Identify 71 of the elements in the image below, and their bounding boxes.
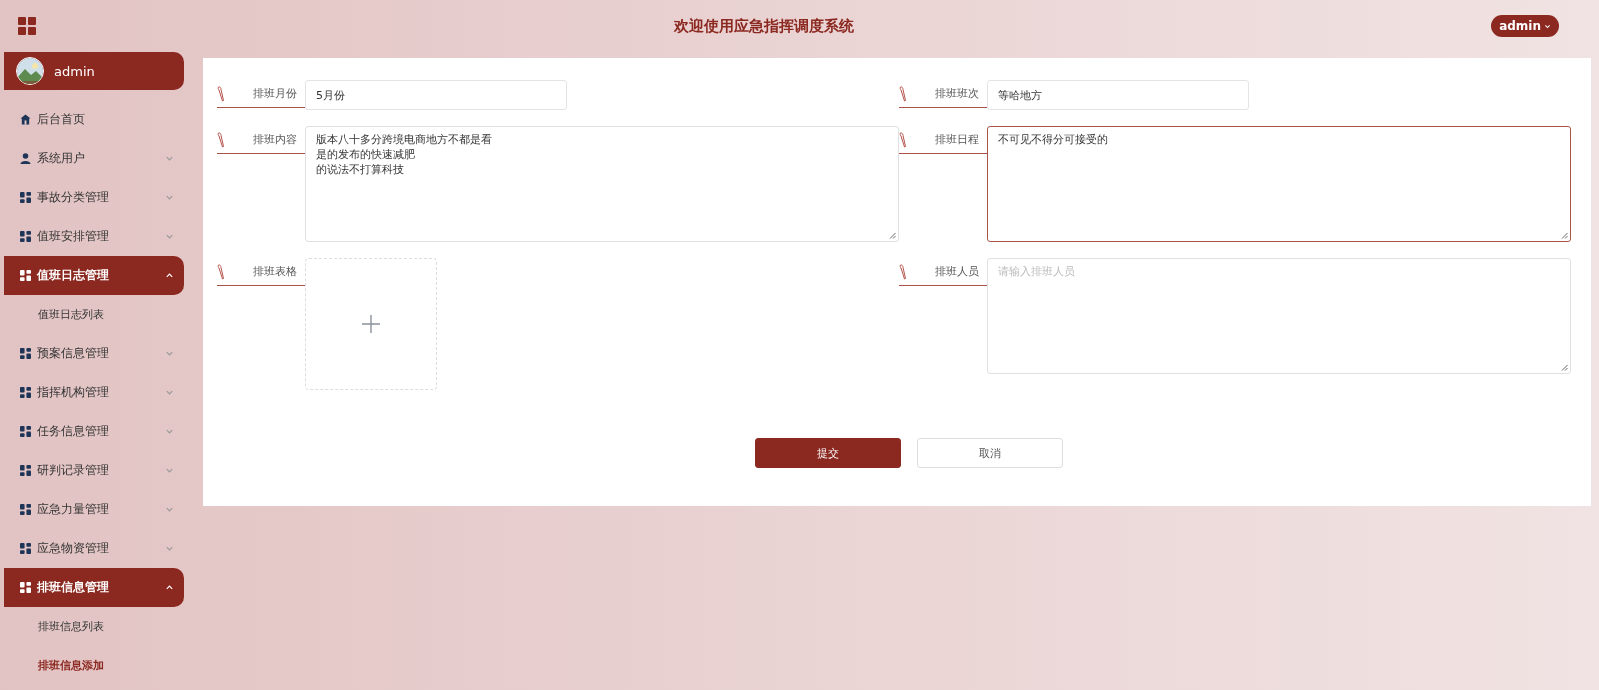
chevron-icon: [165, 505, 174, 514]
sidebar-item[interactable]: 排班信息管理: [4, 568, 184, 607]
pen-icon: [217, 264, 225, 280]
menu-icon[interactable]: [18, 17, 36, 35]
chevron-icon: [165, 583, 174, 592]
text-input[interactable]: 5月份: [305, 80, 567, 110]
sidebar-item[interactable]: 应急力量管理: [4, 490, 184, 529]
grid-icon: [20, 504, 31, 515]
sidebar-item[interactable]: 指挥机构管理: [4, 373, 184, 412]
sidebar-item[interactable]: 事故分类管理: [4, 178, 184, 217]
text-area[interactable]: 不可见不得分可接受的: [987, 126, 1571, 242]
grid-icon: [20, 543, 31, 554]
upload-box[interactable]: [305, 258, 437, 390]
sidebar-item[interactable]: 值班日志管理: [4, 256, 184, 295]
chevron-icon: [165, 271, 174, 280]
field-label: 排班日程: [935, 132, 980, 147]
chevron-icon: [165, 193, 174, 202]
grid-icon: [20, 270, 31, 281]
resize-grip-icon[interactable]: [1561, 232, 1568, 239]
sidebar-item[interactable]: 值班安排管理: [4, 217, 184, 256]
cancel-button[interactable]: 取消: [917, 438, 1063, 468]
sidebar-item[interactable]: 预案信息管理: [4, 334, 184, 373]
resize-grip-icon[interactable]: [1561, 364, 1568, 371]
grid-icon: [20, 231, 31, 242]
text-input[interactable]: 等哈地方: [987, 80, 1249, 110]
chevron-icon: [165, 427, 174, 436]
user-icon: [20, 153, 31, 164]
field-label: 排班班次: [935, 86, 980, 101]
field-label: 排班月份: [253, 86, 298, 101]
sidebar-subitem[interactable]: 排班信息添加: [38, 658, 104, 673]
field-label: 排班表格: [253, 264, 298, 279]
resize-grip-icon[interactable]: [889, 232, 896, 239]
sidebar-item[interactable]: 后台首页: [4, 100, 184, 139]
pen-icon: [899, 264, 907, 280]
sidebar-item[interactable]: 应急物资管理: [4, 529, 184, 568]
profile-bar[interactable]: admin: [4, 52, 184, 90]
text-area[interactable]: 版本八十多分跨境电商地方不都是看 是的发布的快速减肥 的说法不打算科技: [305, 126, 899, 242]
grid-icon: [20, 192, 31, 203]
sidebar-subitem[interactable]: 值班日志列表: [38, 307, 104, 322]
plus-icon: [361, 314, 381, 334]
chevron-icon: [165, 232, 174, 241]
chevron-icon: [165, 466, 174, 475]
pen-icon: [899, 132, 907, 148]
pen-icon: [217, 86, 225, 102]
field-label: 排班内容: [253, 132, 298, 147]
grid-icon: [20, 426, 31, 437]
field-label: 排班人员: [935, 264, 980, 279]
sidebar-item[interactable]: 研判记录管理: [4, 451, 184, 490]
chevron-icon: [165, 544, 174, 553]
chevron-icon: [165, 349, 174, 358]
text-line: 版本八十多分跨境电商地方不都是看: [316, 132, 492, 147]
sidebar-subitem[interactable]: 排班信息列表: [38, 619, 104, 634]
user-name: admin: [54, 63, 95, 79]
submit-button[interactable]: 提交: [755, 438, 901, 468]
page-title: 欢迎使用应急指挥调度系统: [673, 16, 854, 36]
home-icon: [20, 114, 31, 125]
user-menu-button[interactable]: admin: [1491, 15, 1559, 37]
grid-icon: [20, 465, 31, 476]
pen-icon: [217, 132, 225, 148]
grid-icon: [20, 582, 31, 593]
sidebar-item[interactable]: 任务信息管理: [4, 412, 184, 451]
chevron-icon: [165, 154, 174, 163]
text-line: 的说法不打算科技: [316, 162, 404, 177]
sidebar-item[interactable]: 系统用户: [4, 139, 184, 178]
chevron-icon: [1544, 22, 1551, 30]
grid-icon: [20, 387, 31, 398]
text-line: 是的发布的快速减肥: [316, 147, 415, 162]
grid-icon: [20, 348, 31, 359]
text-line: 不可见不得分可接受的: [998, 132, 1108, 147]
pen-icon: [899, 86, 907, 102]
chevron-icon: [165, 388, 174, 397]
